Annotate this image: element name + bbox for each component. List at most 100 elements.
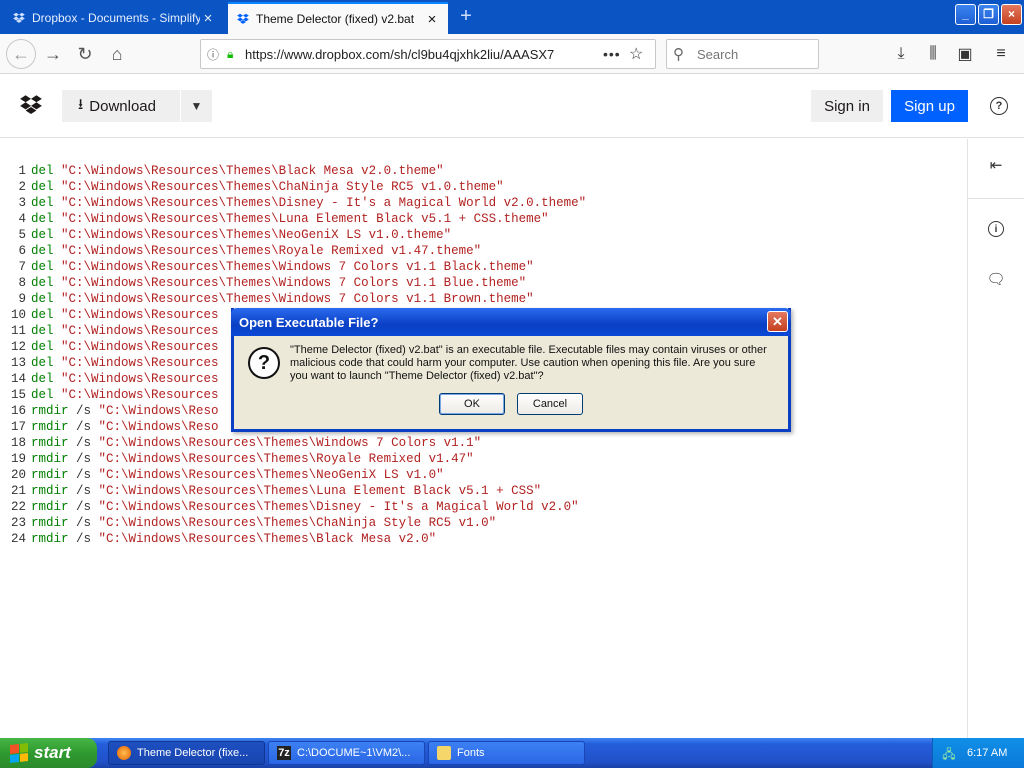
- tab-dropbox-documents[interactable]: Dropbox - Documents - Simplify y ×: [4, 2, 224, 34]
- comment-icon[interactable]: 🗨︎: [986, 269, 1006, 289]
- open-executable-dialog: Open Executable File? ✕ ? "Theme Delecto…: [231, 308, 791, 432]
- help-icon[interactable]: ?: [990, 97, 1008, 115]
- line-number: 4: [18, 212, 26, 226]
- line-number: 23: [10, 516, 26, 530]
- back-icon[interactable]: ←: [6, 39, 36, 69]
- windows-taskbar: start Theme Delector (fixe... 7z C:\DOCU…: [0, 738, 1024, 768]
- menu-icon[interactable]: ≡: [986, 39, 1016, 69]
- search-bar[interactable]: ⚲: [666, 39, 819, 69]
- sign-in-button[interactable]: Sign in: [811, 90, 883, 122]
- more-actions-icon[interactable]: •••: [603, 46, 629, 62]
- dialog-titlebar[interactable]: Open Executable File? ✕: [231, 308, 791, 336]
- tab-close-icon[interactable]: ×: [200, 10, 216, 27]
- code-line: 18 rmdir /s "C:\Windows\Resources\Themes\…: [8, 435, 586, 451]
- sign-up-button[interactable]: Sign up: [891, 90, 968, 122]
- home-icon[interactable]: ⌂: [102, 39, 132, 69]
- start-button[interactable]: start: [0, 738, 97, 768]
- forward-icon[interactable]: →: [38, 39, 68, 69]
- 7zip-icon: 7z: [277, 746, 291, 760]
- minimize-icon[interactable]: _: [955, 4, 976, 25]
- download-button[interactable]: ⭳ Download: [62, 90, 180, 122]
- command-keyword: del: [31, 324, 54, 338]
- path-string: "C:\Windows\Resources\Themes\Windows 7 C…: [61, 292, 534, 306]
- code-line: 22 rmdir /s "C:\Windows\Resources\Themes\…: [8, 499, 586, 515]
- command-keyword: rmdir: [31, 500, 69, 514]
- windows-logo-icon: [10, 743, 28, 763]
- code-line: 24 rmdir /s "C:\Windows\Resources\Themes\…: [8, 531, 586, 547]
- line-number: 3: [18, 196, 26, 210]
- bookmark-star-icon[interactable]: ☆: [629, 44, 655, 64]
- command-keyword: rmdir: [31, 420, 69, 434]
- line-number: 7: [18, 260, 26, 274]
- start-label: start: [34, 743, 71, 762]
- sidebar-icon[interactable]: ▣: [950, 39, 980, 69]
- reload-icon[interactable]: ↻: [70, 39, 100, 69]
- command-keyword: del: [31, 228, 54, 242]
- command-keyword: rmdir: [31, 484, 69, 498]
- command-args: /s: [68, 500, 99, 514]
- info-icon[interactable]: ⓘ: [207, 46, 227, 63]
- file-preview: 1 del "C:\Windows\Resources\Themes\Black …: [0, 139, 967, 738]
- download-arrow-icon[interactable]: ⤓: [886, 39, 916, 69]
- line-number: 18: [10, 436, 26, 450]
- path-string: "C:\Windows\Resources\Themes\Disney - It…: [61, 196, 587, 210]
- code-line: 8 del "C:\Windows\Resources\Themes\Window…: [8, 275, 586, 291]
- task-label: C:\DOCUME~1\VM2\...: [297, 747, 411, 759]
- new-tab-icon[interactable]: +: [452, 4, 480, 30]
- tab-title: Dropbox - Documents - Simplify y: [32, 11, 200, 25]
- line-number: 21: [10, 484, 26, 498]
- command-keyword: del: [31, 212, 54, 226]
- cancel-button[interactable]: Cancel: [517, 393, 583, 415]
- info-icon[interactable]: i: [988, 221, 1004, 237]
- command-args: /s: [68, 532, 99, 546]
- system-tray: 🖧︎ 6:17 AM: [932, 738, 1024, 768]
- url-bar[interactable]: ⓘ 🔒︎ https://www.dropbox.com/sh/cl9bu4qj…: [200, 39, 656, 69]
- path-string: "C:\Windows\Resources: [61, 340, 219, 354]
- task-label: Theme Delector (fixe...: [137, 747, 249, 759]
- command-keyword: del: [31, 260, 54, 274]
- network-icon[interactable]: 🖧︎: [941, 745, 957, 761]
- navigation-toolbar: ← → ↻ ⌂ ⓘ 🔒︎ https://www.dropbox.com/sh/…: [0, 34, 1024, 74]
- taskbar-item-firefox[interactable]: Theme Delector (fixe...: [108, 741, 265, 765]
- code-line: 4 del "C:\Windows\Resources\Themes\Luna E…: [8, 211, 586, 227]
- command-keyword: del: [31, 164, 54, 178]
- download-options-chevron-icon[interactable]: ▼: [181, 90, 212, 122]
- taskbar-item-fonts[interactable]: Fonts: [428, 741, 585, 765]
- clock[interactable]: 6:17 AM: [967, 747, 1007, 759]
- code-line: 21 rmdir /s "C:\Windows\Resources\Themes\…: [8, 483, 586, 499]
- path-string: "C:\Windows\Resources: [61, 356, 219, 370]
- collapse-panel-icon[interactable]: ⇤: [986, 155, 1006, 175]
- command-keyword: rmdir: [31, 404, 69, 418]
- command-keyword: del: [31, 308, 54, 322]
- search-input[interactable]: [697, 46, 807, 62]
- tab-theme-delector[interactable]: Theme Delector (fixed) v2.bat ×: [228, 2, 448, 34]
- taskbar-item-7zip[interactable]: 7z C:\DOCUME~1\VM2\...: [268, 741, 425, 765]
- url-text[interactable]: https://www.dropbox.com/sh/cl9bu4qjxhk2l…: [245, 47, 603, 62]
- path-string: "C:\Windows\Resources\Themes\NeoGeniX LS…: [98, 468, 444, 482]
- dropbox-logo-icon[interactable]: [18, 92, 44, 118]
- command-keyword: rmdir: [31, 532, 69, 546]
- path-string: "C:\Windows\Reso: [98, 420, 219, 434]
- lock-icon: 🔒︎: [227, 46, 234, 61]
- restore-icon[interactable]: ❐: [978, 4, 999, 25]
- folder-icon: [437, 746, 451, 760]
- path-string: "C:\Windows\Resources\Themes\Luna Elemen…: [61, 212, 549, 226]
- command-args: /s: [68, 420, 99, 434]
- path-string: "C:\Windows\Resources\Themes\Windows 7 C…: [98, 436, 482, 450]
- command-keyword: del: [31, 244, 54, 258]
- tab-close-icon[interactable]: ×: [424, 11, 440, 28]
- line-number: 16: [10, 404, 26, 418]
- line-number: 14: [10, 372, 26, 386]
- dialog-close-icon[interactable]: ✕: [767, 311, 788, 332]
- line-number: 17: [10, 420, 26, 434]
- path-string: "C:\Windows\Resources: [61, 372, 219, 386]
- code-line: 19 rmdir /s "C:\Windows\Resources\Themes\…: [8, 451, 586, 467]
- command-args: /s: [68, 404, 99, 418]
- window-close-icon[interactable]: ×: [1001, 4, 1022, 25]
- command-args: /s: [68, 436, 99, 450]
- library-icon[interactable]: ⫼: [918, 39, 948, 69]
- ok-button[interactable]: OK: [439, 393, 505, 415]
- command-args: /s: [68, 484, 99, 498]
- tab-title: Theme Delector (fixed) v2.bat: [256, 12, 415, 26]
- path-string: "C:\Windows\Resources\Themes\Royale Remi…: [98, 452, 474, 466]
